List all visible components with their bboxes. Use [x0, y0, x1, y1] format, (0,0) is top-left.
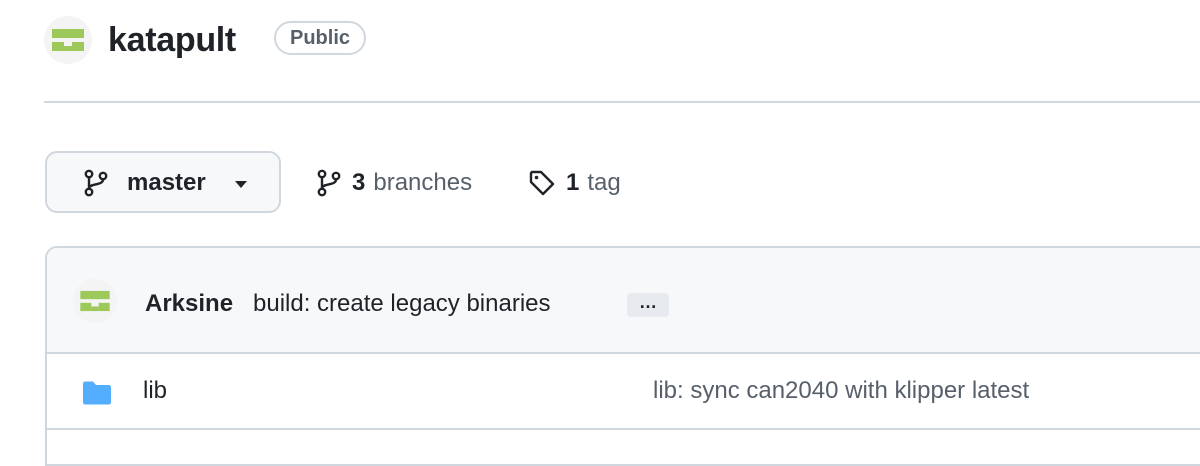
tag-icon	[529, 170, 555, 196]
folder-icon	[81, 380, 113, 411]
file-row: lib lib: sync can2040 with klipper lates…	[47, 354, 1200, 430]
branches-label: branches	[373, 169, 473, 196]
repo-owner-avatar[interactable]	[44, 16, 92, 64]
git-branch-icon	[83, 169, 109, 197]
file-list-box: Arksine build: create legacy binaries … …	[45, 246, 1200, 466]
tags-label: tag	[587, 169, 621, 196]
commit-author-link[interactable]: Arksine	[145, 289, 233, 319]
commit-author-avatar[interactable]	[73, 279, 117, 323]
branch-select-button[interactable]: master	[45, 151, 281, 213]
repo-name-link[interactable]: katapult	[108, 18, 236, 62]
commit-message-link[interactable]: build: create legacy binaries	[253, 289, 551, 319]
latest-commit-row: Arksine build: create legacy binaries …	[47, 248, 1200, 354]
tags-count: 1	[566, 169, 580, 196]
header-divider	[44, 101, 1200, 103]
current-branch-label: master	[127, 169, 206, 196]
file-name-link[interactable]: lib	[143, 376, 167, 406]
commit-expand-button[interactable]: …	[627, 293, 669, 317]
chevron-down-icon	[235, 181, 247, 188]
visibility-badge: Public	[274, 21, 367, 55]
file-last-commit-link[interactable]: lib: sync can2040 with klipper latest	[653, 376, 1029, 406]
branches-link[interactable]: 3 branches	[316, 168, 472, 198]
git-branch-icon	[317, 169, 341, 197]
branches-count: 3	[352, 169, 366, 196]
tags-link[interactable]: 1 tag	[528, 168, 621, 198]
